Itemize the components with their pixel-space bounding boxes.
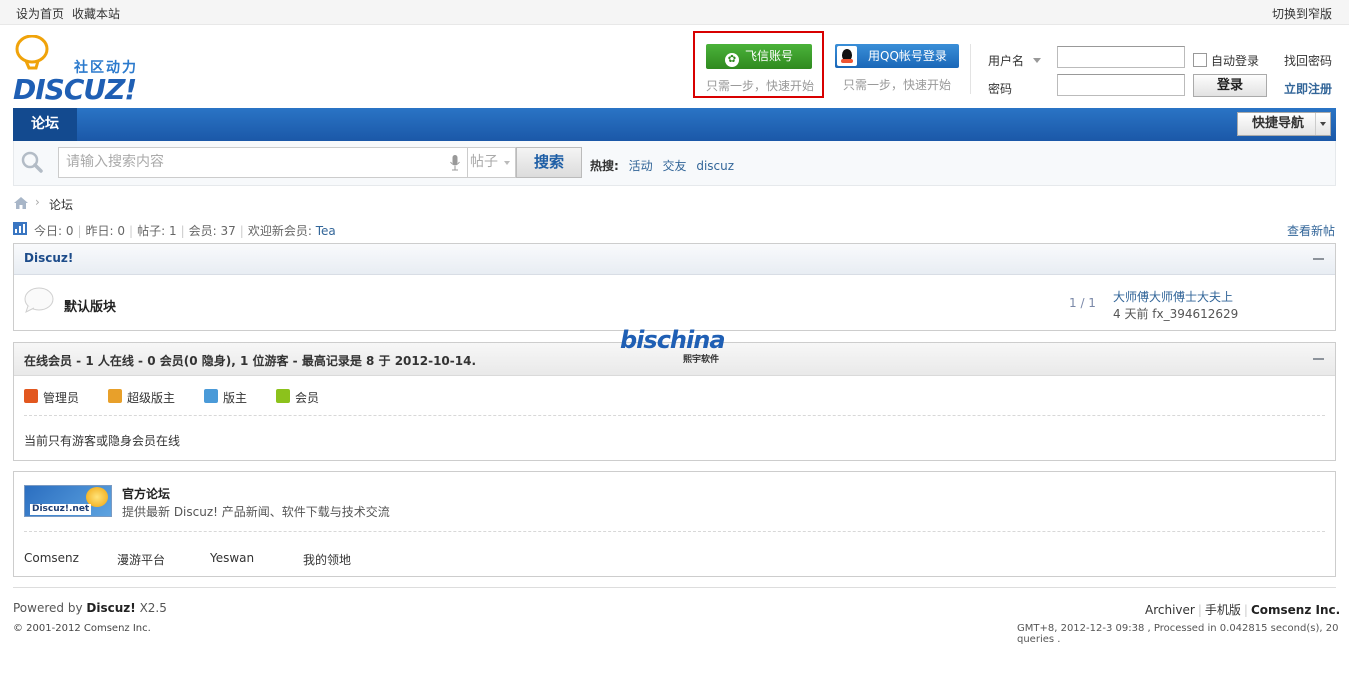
powered-by: Powered by Discuz! X2.5 [13,601,167,615]
chevron-down-icon [504,161,510,165]
watermark-brand: bischina [620,326,726,354]
friend-link[interactable]: 我的领地 [303,551,351,568]
forgot-password-link[interactable]: 找回密码 [1284,52,1332,69]
footer-info: GMT+8, 2012-12-3 09:38 , Processed in 0.… [1017,623,1339,645]
super-moderator-user-icon [108,389,122,403]
forum-group-header [14,244,1335,275]
official-forum-logo-text: Discuz!.net [30,504,92,515]
hot-search-link[interactable]: 交友 [662,159,686,173]
welcome-member-link[interactable]: Tea [316,224,336,238]
legend-moderator: 版主 [223,391,248,405]
stat-today: 今日: 0 [34,224,74,238]
powered-brand-link[interactable]: Discuz! [86,601,135,615]
mobile-link[interactable]: 手机版 [1205,603,1241,617]
breadcrumb-current[interactable]: 论坛 [49,196,73,213]
feixin-login-button[interactable]: ✿ 飞信账号 [706,44,812,69]
online-summary: 在线会员 - 1 人在线 - 0 会员(0 隐身), 1 位游客 - 最高记录是… [24,354,477,368]
online-none-text: 当前只有游客或隐身会员在线 [24,434,181,448]
feixin-login-label: 飞信账号 [744,49,793,63]
top-bar: 设为首页 收藏本站 切换到窄版 [0,0,1349,25]
search-input[interactable]: 请输入搜索内容 [58,147,468,178]
lightbulb-icon [15,35,49,70]
feixin-tip: 只需一步，快速开始 [706,79,815,93]
username-type-select[interactable]: 用户名 [988,52,1041,69]
footer-links: Archiver | 手机版 | Comsenz Inc. [1145,603,1341,617]
qq-login-button[interactable]: 用QQ帐号登录 [835,44,959,68]
powered-prefix: Powered by [13,601,83,615]
set-homepage-link[interactable]: 设为首页 [16,5,64,22]
stat-yesterday: 昨日: 0 [85,224,126,238]
bischina-watermark-logo: bischina 熙宇软件 [620,322,735,366]
chevron-down-icon [1032,58,1041,63]
password-label: 密码 [988,82,1013,96]
friend-link[interactable]: 漫游平台 [117,551,165,568]
welcome-label: 欢迎新会员: [247,224,312,238]
qq-penguin-icon [837,46,857,66]
member-user-icon [276,389,290,403]
legend-member: 会员 [295,391,320,405]
username-input[interactable] [1057,46,1185,68]
last-post-link[interactable]: 大师傅大师傅士大夫上 [1113,288,1233,305]
links-divider [24,531,1325,532]
bookmark-link[interactable]: 收藏本站 [72,5,120,22]
forum-thread-count: 1 / 1 [1069,296,1096,310]
admin-user-icon [24,389,38,403]
archiver-link[interactable]: Archiver [1145,603,1195,617]
collapse-icon[interactable] [1313,258,1324,260]
qq-tip: 只需一步，快速开始 [843,78,952,92]
online-divider [24,415,1325,416]
search-button[interactable]: 搜索 [516,147,582,178]
friend-link[interactable]: Comsenz [24,551,79,565]
logo-wordmark: DISCUZ! [13,73,137,106]
breadcrumb-separator: › [35,195,40,209]
last-post-meta: 4 天前 fx_394612629 [1113,307,1239,321]
watermark-sub: 熙宇软件 [683,355,720,365]
stats-chart-icon [13,222,27,235]
search-type-label: 帖子 [470,154,498,170]
search-icon [21,151,43,173]
stat-members: 会员: 37 [188,224,236,238]
auto-login-label: 自动登录 [1211,54,1260,68]
powered-version: X2.5 [139,601,167,615]
chevron-down-icon [1315,113,1330,135]
header-divider [970,44,971,94]
search-type-select[interactable]: 帖子 [468,147,516,178]
hot-search-label: 热搜: [590,159,619,173]
qq-login-label: 用QQ帐号登录 [868,49,947,63]
footer-divider [13,587,1336,588]
hot-searches: 热搜: 活动 交友 discuz [590,157,740,174]
microphone-icon[interactable] [450,155,460,171]
moderator-user-icon [204,389,218,403]
main-nav [13,108,1336,141]
login-button[interactable]: 登录 [1193,74,1267,97]
forum-stats: 今日: 0 | 昨日: 0 | 帖子: 1 | 会员: 37 | 欢迎新会员: Tea [34,224,336,238]
friend-link[interactable]: Yeswan [210,551,254,565]
quick-nav-label: 快捷导航 [1252,116,1305,131]
company-link[interactable]: Comsenz Inc. [1251,603,1340,617]
legend-super-moderator: 超级版主 [127,391,176,405]
forum-group-title[interactable]: Discuz! [24,251,73,265]
quick-nav-button[interactable]: 快捷导航 [1237,112,1331,136]
password-input[interactable] [1057,74,1185,96]
collapse-icon[interactable] [1313,358,1324,360]
forum-speech-bubble-icon [24,287,54,313]
hot-search-link[interactable]: discuz [696,159,734,173]
home-icon[interactable] [13,196,29,210]
official-forum-desc: 提供最新 Discuz! 产品新闻、软件下载与技术交流 [122,505,390,519]
auto-login-checkbox[interactable] [1193,53,1207,67]
feixin-icon: ✿ [724,53,739,67]
copyright: © 2001-2012 Comsenz Inc. [13,623,151,634]
official-forum-link[interactable]: 官方论坛 [122,485,170,502]
switch-width-link[interactable]: 切换到窄版 [1272,5,1332,22]
forum-link[interactable]: 默认版块 [64,296,116,315]
nav-tab-forum[interactable]: 论坛 [13,108,77,141]
hot-search-link[interactable]: 活动 [629,159,653,173]
official-forum-logo[interactable]: Discuz!.net [24,485,112,517]
username-label: 用户名 [988,54,1025,68]
stat-posts: 帖子: 1 [137,224,177,238]
register-link[interactable]: 立即注册 [1284,80,1332,97]
legend-admin: 管理员 [43,391,80,405]
view-new-posts-link[interactable]: 查看新帖 [1287,222,1335,239]
site-logo[interactable]: 社区动力 DISCUZ! [13,35,153,106]
